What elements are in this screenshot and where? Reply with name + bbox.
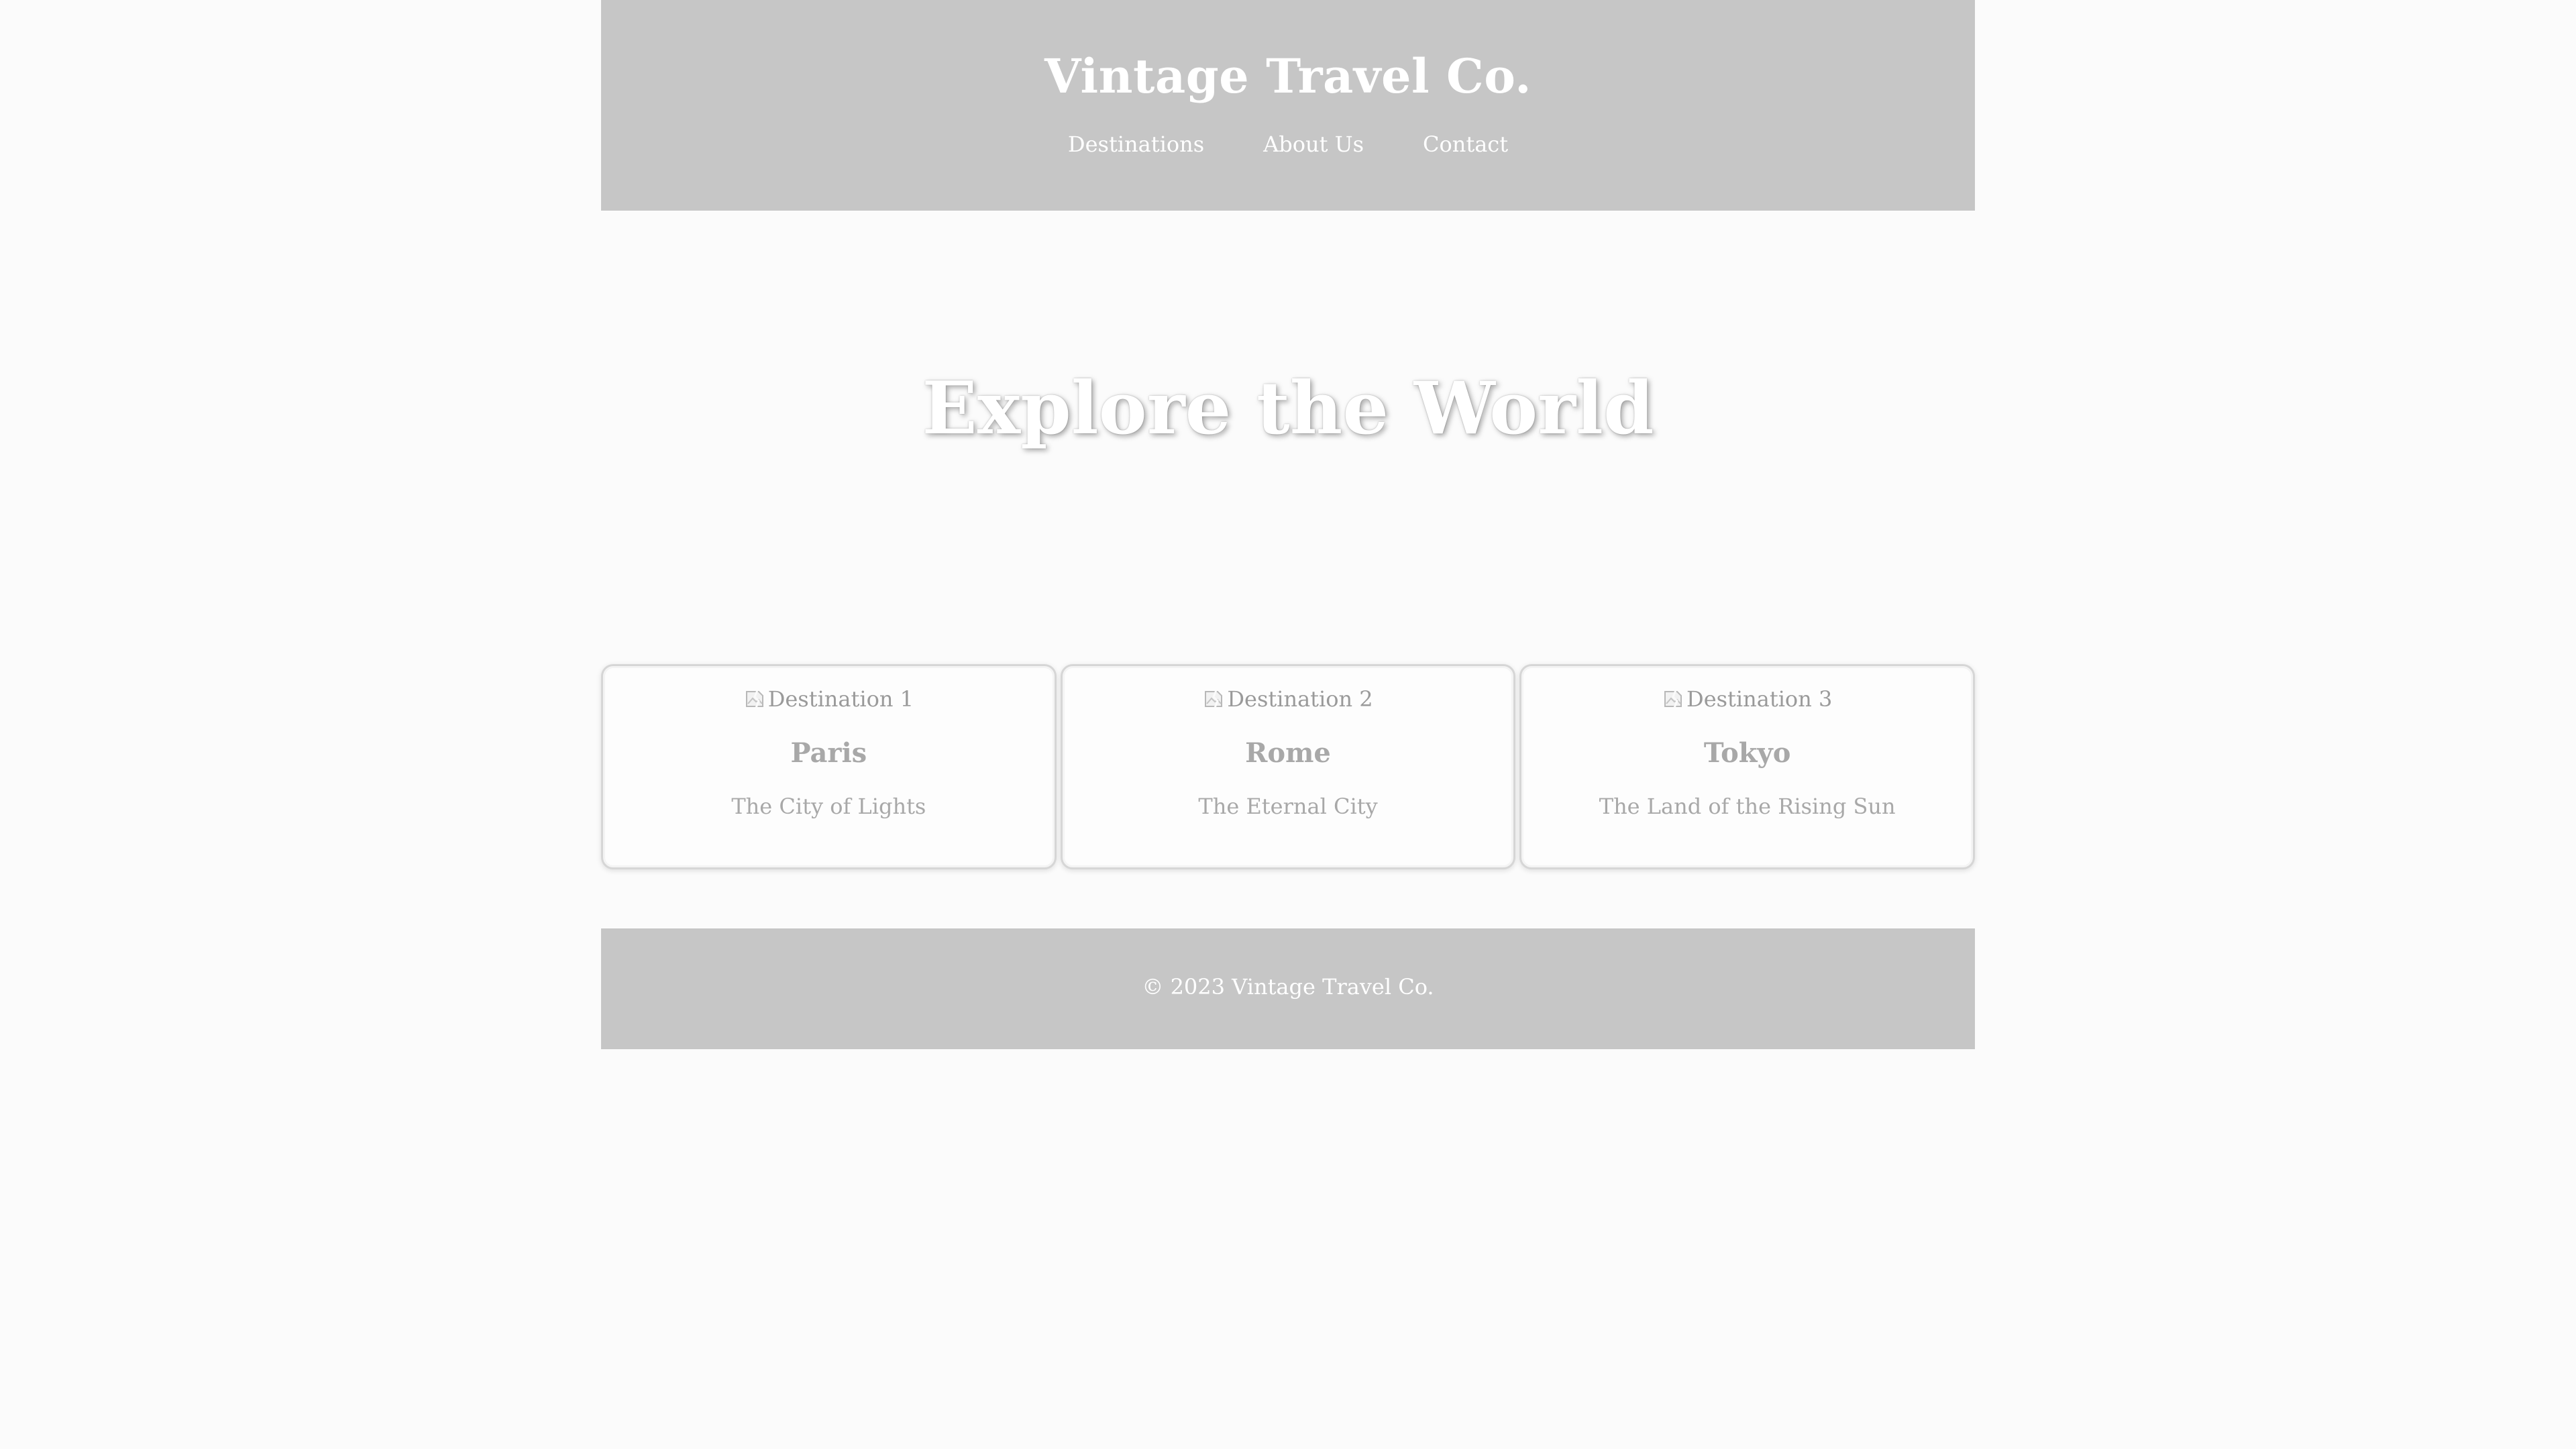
site-footer: © 2023 Vintage Travel Co.: [601, 928, 1975, 1049]
image-alt-text: Destination 2: [1227, 686, 1373, 712]
destination-image: Destination 1: [603, 686, 1055, 712]
site-title: Vintage Travel Co.: [1044, 48, 1532, 104]
destination-card-tokyo[interactable]: Destination 3 Tokyo The Land of the Risi…: [1519, 664, 1976, 869]
destination-name: Paris: [790, 737, 867, 769]
destination-image: Destination 3: [1521, 686, 1973, 712]
page: Vintage Travel Co. Destinations About Us…: [0, 0, 2576, 1449]
destination-name: Rome: [1245, 737, 1331, 769]
nav-link-about-us[interactable]: About Us: [1263, 131, 1364, 157]
destination-tagline: The Eternal City: [1198, 794, 1378, 819]
broken-image-icon: [745, 690, 763, 708]
destination-card-rome[interactable]: Destination 2 Rome The Eternal City: [1060, 664, 1516, 869]
image-alt-text: Destination 1: [767, 686, 914, 712]
footer-copyright: © 2023 Vintage Travel Co.: [1142, 974, 1434, 1000]
image-alt-text: Destination 3: [1686, 686, 1833, 712]
broken-image-icon: [1664, 690, 1682, 708]
main-nav: Destinations About Us Contact: [601, 131, 1975, 157]
destination-cards: Destination 1 Paris The City of Lights D…: [601, 664, 1976, 873]
broken-image-icon: [1205, 690, 1223, 708]
destination-image: Destination 2: [1063, 686, 1514, 712]
destination-name: Tokyo: [1703, 737, 1791, 769]
destination-tagline: The Land of the Rising Sun: [1599, 794, 1896, 819]
nav-link-destinations[interactable]: Destinations: [1068, 131, 1204, 157]
hero-title: Explore the World: [922, 366, 1654, 451]
destination-tagline: The City of Lights: [731, 794, 926, 819]
nav-link-contact[interactable]: Contact: [1423, 131, 1508, 157]
destination-card-paris[interactable]: Destination 1 Paris The City of Lights: [601, 664, 1057, 869]
hero-section: Explore the World: [601, 211, 1975, 663]
site-header: Vintage Travel Co. Destinations About Us…: [601, 0, 1975, 211]
